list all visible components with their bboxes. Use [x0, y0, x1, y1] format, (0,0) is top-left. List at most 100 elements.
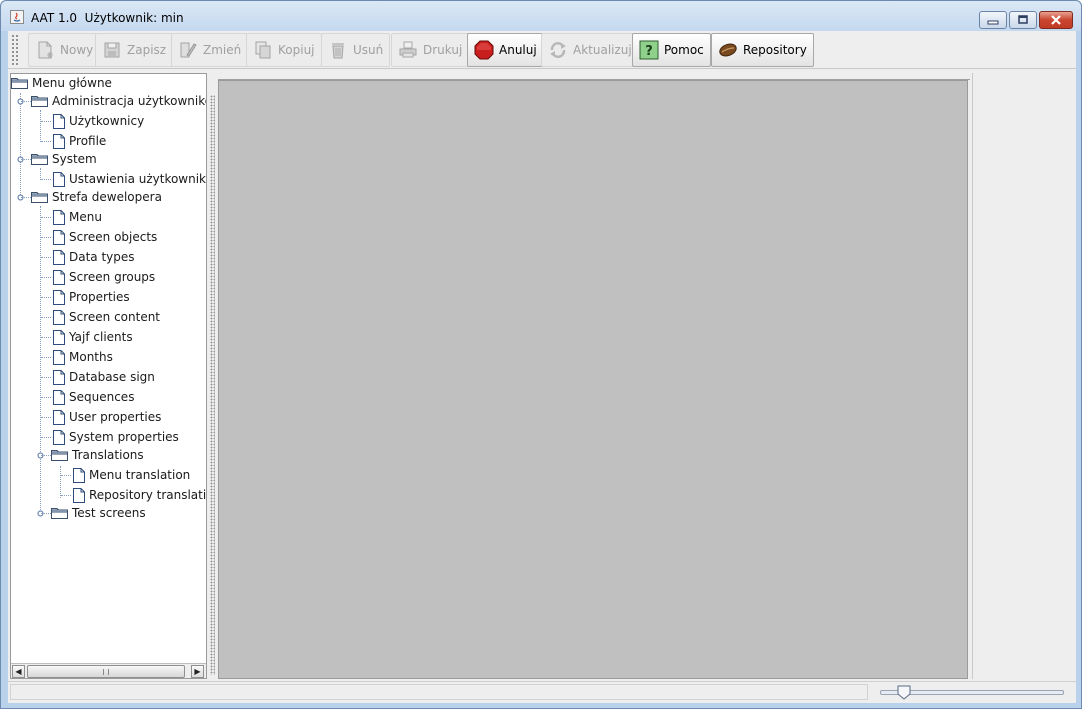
tree-item-screen-content[interactable]: Screen content: [53, 308, 160, 326]
tree-line: [41, 455, 51, 456]
svg-text:?: ?: [645, 44, 653, 59]
print-button-label: Drukuj: [423, 43, 463, 57]
menu-tree-panel: Menu główne Administracja użytkowników U…: [10, 73, 207, 679]
client-area: Nowy Zapisz Zmień Kopiuj Usuń Drukuj Anu…: [8, 31, 1076, 703]
tree-group-test-screens[interactable]: Test screens: [51, 504, 146, 522]
tree-line: [41, 257, 51, 258]
close-button[interactable]: [1039, 11, 1073, 29]
document-icon: [73, 467, 85, 483]
document-icon: [53, 409, 65, 425]
tree-horizontal-scrollbar[interactable]: ◀ ▶: [11, 663, 206, 678]
document-icon: [53, 269, 65, 285]
scroll-left-button[interactable]: ◀: [12, 665, 25, 678]
tree-item-screen-groups[interactable]: Screen groups: [53, 268, 155, 286]
delete-button[interactable]: Usuń: [321, 33, 391, 67]
tree-group-translations[interactable]: Translations: [51, 446, 144, 464]
copy-button[interactable]: Kopiuj: [246, 33, 322, 67]
tree-group-system[interactable]: System: [31, 150, 97, 168]
desktop-header-strip: [218, 73, 970, 80]
tree-item-user-properties[interactable]: User properties: [53, 408, 161, 426]
tree-line: [21, 197, 31, 198]
close-icon: [1040, 12, 1072, 28]
tree-item-user-settings[interactable]: Ustawienia użytkownika: [53, 170, 206, 188]
new-button[interactable]: Nowy: [28, 33, 101, 67]
scroll-right-button[interactable]: ▶: [191, 665, 204, 678]
status-bar: [8, 681, 1076, 701]
scrollbar-thumb[interactable]: [27, 665, 185, 678]
tree-item-label: Data types: [69, 250, 135, 264]
tree-root-label: Menu główne: [32, 76, 112, 90]
tree-item-data-types[interactable]: Data types: [53, 248, 135, 266]
document-icon: [53, 113, 65, 129]
maximize-icon: [1010, 12, 1036, 28]
minimize-button[interactable]: [979, 11, 1007, 29]
tree-item-properties[interactable]: Properties: [53, 288, 130, 306]
folder-open-icon: [31, 192, 48, 203]
new-document-icon: [38, 41, 53, 59]
folder-open-icon: [31, 154, 48, 165]
tree-item-yajf-clients[interactable]: Yajf clients: [53, 328, 133, 346]
print-button[interactable]: Drukuj: [391, 33, 470, 67]
maximize-button[interactable]: [1009, 11, 1037, 29]
tree-line: [41, 217, 51, 218]
document-icon: [53, 309, 65, 325]
tree-line: [41, 141, 51, 142]
tree-item-sequences[interactable]: Sequences: [53, 388, 134, 406]
menu-tree[interactable]: Menu główne Administracja użytkowników U…: [11, 74, 206, 664]
tree-group-label: System: [52, 152, 97, 166]
refresh-button-label: Aktualizuj: [573, 43, 632, 57]
tree-group-label: Test screens: [72, 506, 146, 520]
tree-group-label: Translations: [72, 448, 144, 462]
tree-line: [41, 237, 51, 238]
arrow-left-icon: ◀: [15, 667, 22, 676]
cancel-button-label: Anuluj: [499, 43, 537, 57]
refresh-button[interactable]: Aktualizuj: [541, 33, 639, 67]
tree-line: [41, 317, 51, 318]
tree-item-users[interactable]: Użytkownicy: [53, 112, 144, 130]
help-button[interactable]: ? Pomoc: [632, 33, 711, 67]
tree-group-admin[interactable]: Administracja użytkowników: [31, 92, 206, 110]
tree-item-label: Screen objects: [69, 230, 158, 244]
tree-item-menu[interactable]: Menu: [53, 208, 102, 226]
tree-root[interactable]: Menu główne: [11, 74, 112, 92]
refresh-icon: [550, 42, 566, 58]
delete-button-label: Usuń: [353, 43, 384, 57]
document-icon: [53, 209, 65, 225]
tree-line: [41, 337, 51, 338]
tree-item-months[interactable]: Months: [53, 348, 113, 366]
tree-item-database-sign[interactable]: Database sign: [53, 368, 155, 386]
tree-item-label: System properties: [69, 430, 179, 444]
document-icon: [53, 429, 65, 445]
cancel-button[interactable]: Anuluj: [467, 33, 544, 67]
tree-item-label: Properties: [69, 290, 130, 304]
tree-item-label: Database sign: [69, 370, 155, 384]
tree-item-label: User properties: [69, 410, 162, 424]
edit-button[interactable]: Zmień: [171, 33, 249, 67]
folder-icon: [51, 508, 68, 519]
repository-button[interactable]: Repository: [711, 33, 814, 67]
tree-item-screen-objects[interactable]: Screen objects: [53, 228, 157, 246]
grip-lines: [103, 669, 109, 675]
save-button[interactable]: Zapisz: [95, 33, 174, 67]
tree-line: [20, 93, 21, 199]
title-bar[interactable]: AAT 1.0 Użytkownik: min: [1, 1, 1081, 31]
tree-item-menu-translation[interactable]: Menu translation: [73, 466, 190, 484]
copy-button-label: Kopiuj: [278, 43, 315, 57]
document-icon: [53, 389, 65, 405]
document-icon: [53, 249, 65, 265]
document-icon: [73, 487, 85, 503]
new-button-label: Nowy: [60, 43, 94, 57]
printer-icon: [399, 41, 417, 58]
folder-open-icon: [31, 96, 48, 107]
toolbar-grip[interactable]: [11, 34, 19, 66]
tree-line: [40, 206, 41, 516]
tree-item-label: Użytkownicy: [69, 114, 145, 128]
tree-item-system-properties[interactable]: System properties: [53, 428, 179, 446]
main-desktop-area[interactable]: [218, 80, 968, 679]
zoom-slider-thumb[interactable]: [897, 685, 911, 700]
tree-group-developer[interactable]: Strefa dewelopera: [31, 188, 162, 206]
split-pane-divider[interactable]: [208, 73, 217, 679]
document-icon: [53, 171, 65, 187]
tree-item-profile[interactable]: Profile: [53, 132, 106, 150]
tree-item-repository-translation[interactable]: Repository translation: [73, 486, 206, 504]
